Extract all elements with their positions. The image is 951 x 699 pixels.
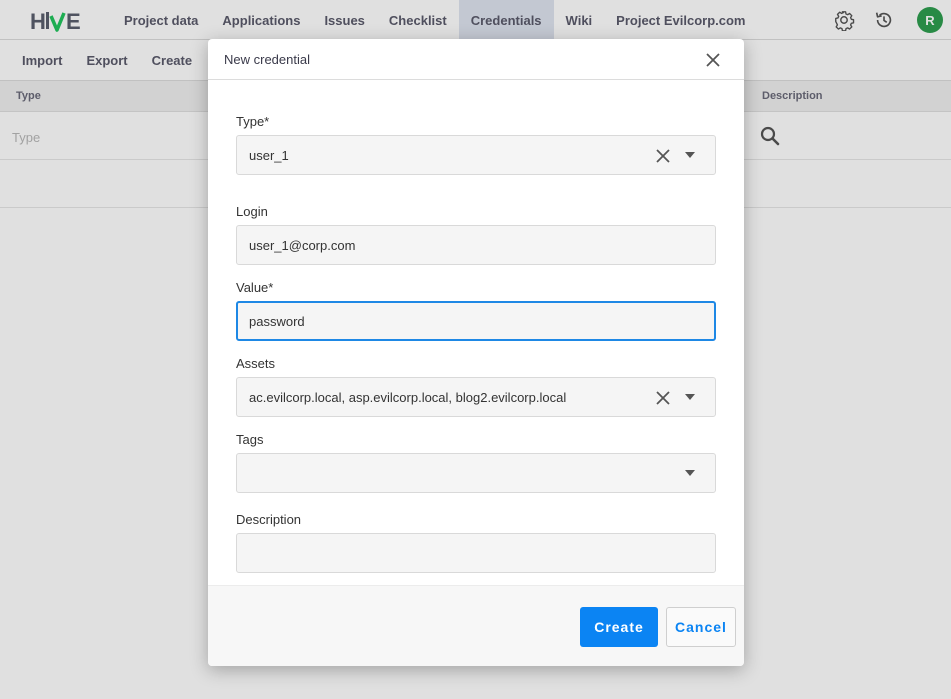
login-label: Login (236, 204, 268, 219)
description-field[interactable] (236, 533, 716, 573)
login-value: user_1@corp.com (249, 238, 356, 253)
chevron-down-icon[interactable] (685, 394, 695, 400)
assets-select[interactable]: ac.evilcorp.local, asp.evilcorp.local, b… (236, 377, 716, 417)
tags-label: Tags (236, 432, 264, 447)
close-icon[interactable] (702, 49, 724, 71)
value-field[interactable]: password (236, 301, 716, 341)
assets-value: ac.evilcorp.local, asp.evilcorp.local, b… (249, 390, 567, 405)
login-field[interactable]: user_1@corp.com (236, 225, 716, 265)
clear-icon[interactable] (653, 146, 673, 166)
type-label: Type* (236, 114, 270, 129)
cancel-button[interactable]: Cancel (666, 607, 736, 647)
value-label: Value* (236, 280, 274, 295)
dialog-title: New credential (224, 52, 310, 67)
dialog-header: New credential (208, 39, 744, 80)
create-credential-button[interactable]: Create (580, 607, 658, 647)
chevron-down-icon[interactable] (685, 470, 695, 476)
type-select[interactable]: user_1 (236, 135, 716, 175)
dialog-footer: Create Cancel (208, 585, 744, 666)
clear-icon[interactable] (653, 388, 673, 408)
type-value: user_1 (249, 148, 289, 163)
value-value: password (249, 314, 305, 329)
chevron-down-icon[interactable] (685, 152, 695, 158)
tags-select[interactable] (236, 453, 716, 493)
description-label: Description (236, 512, 302, 527)
new-credential-dialog: New credential Type* user_1 Login user_1… (208, 39, 744, 666)
assets-label: Assets (236, 356, 276, 371)
